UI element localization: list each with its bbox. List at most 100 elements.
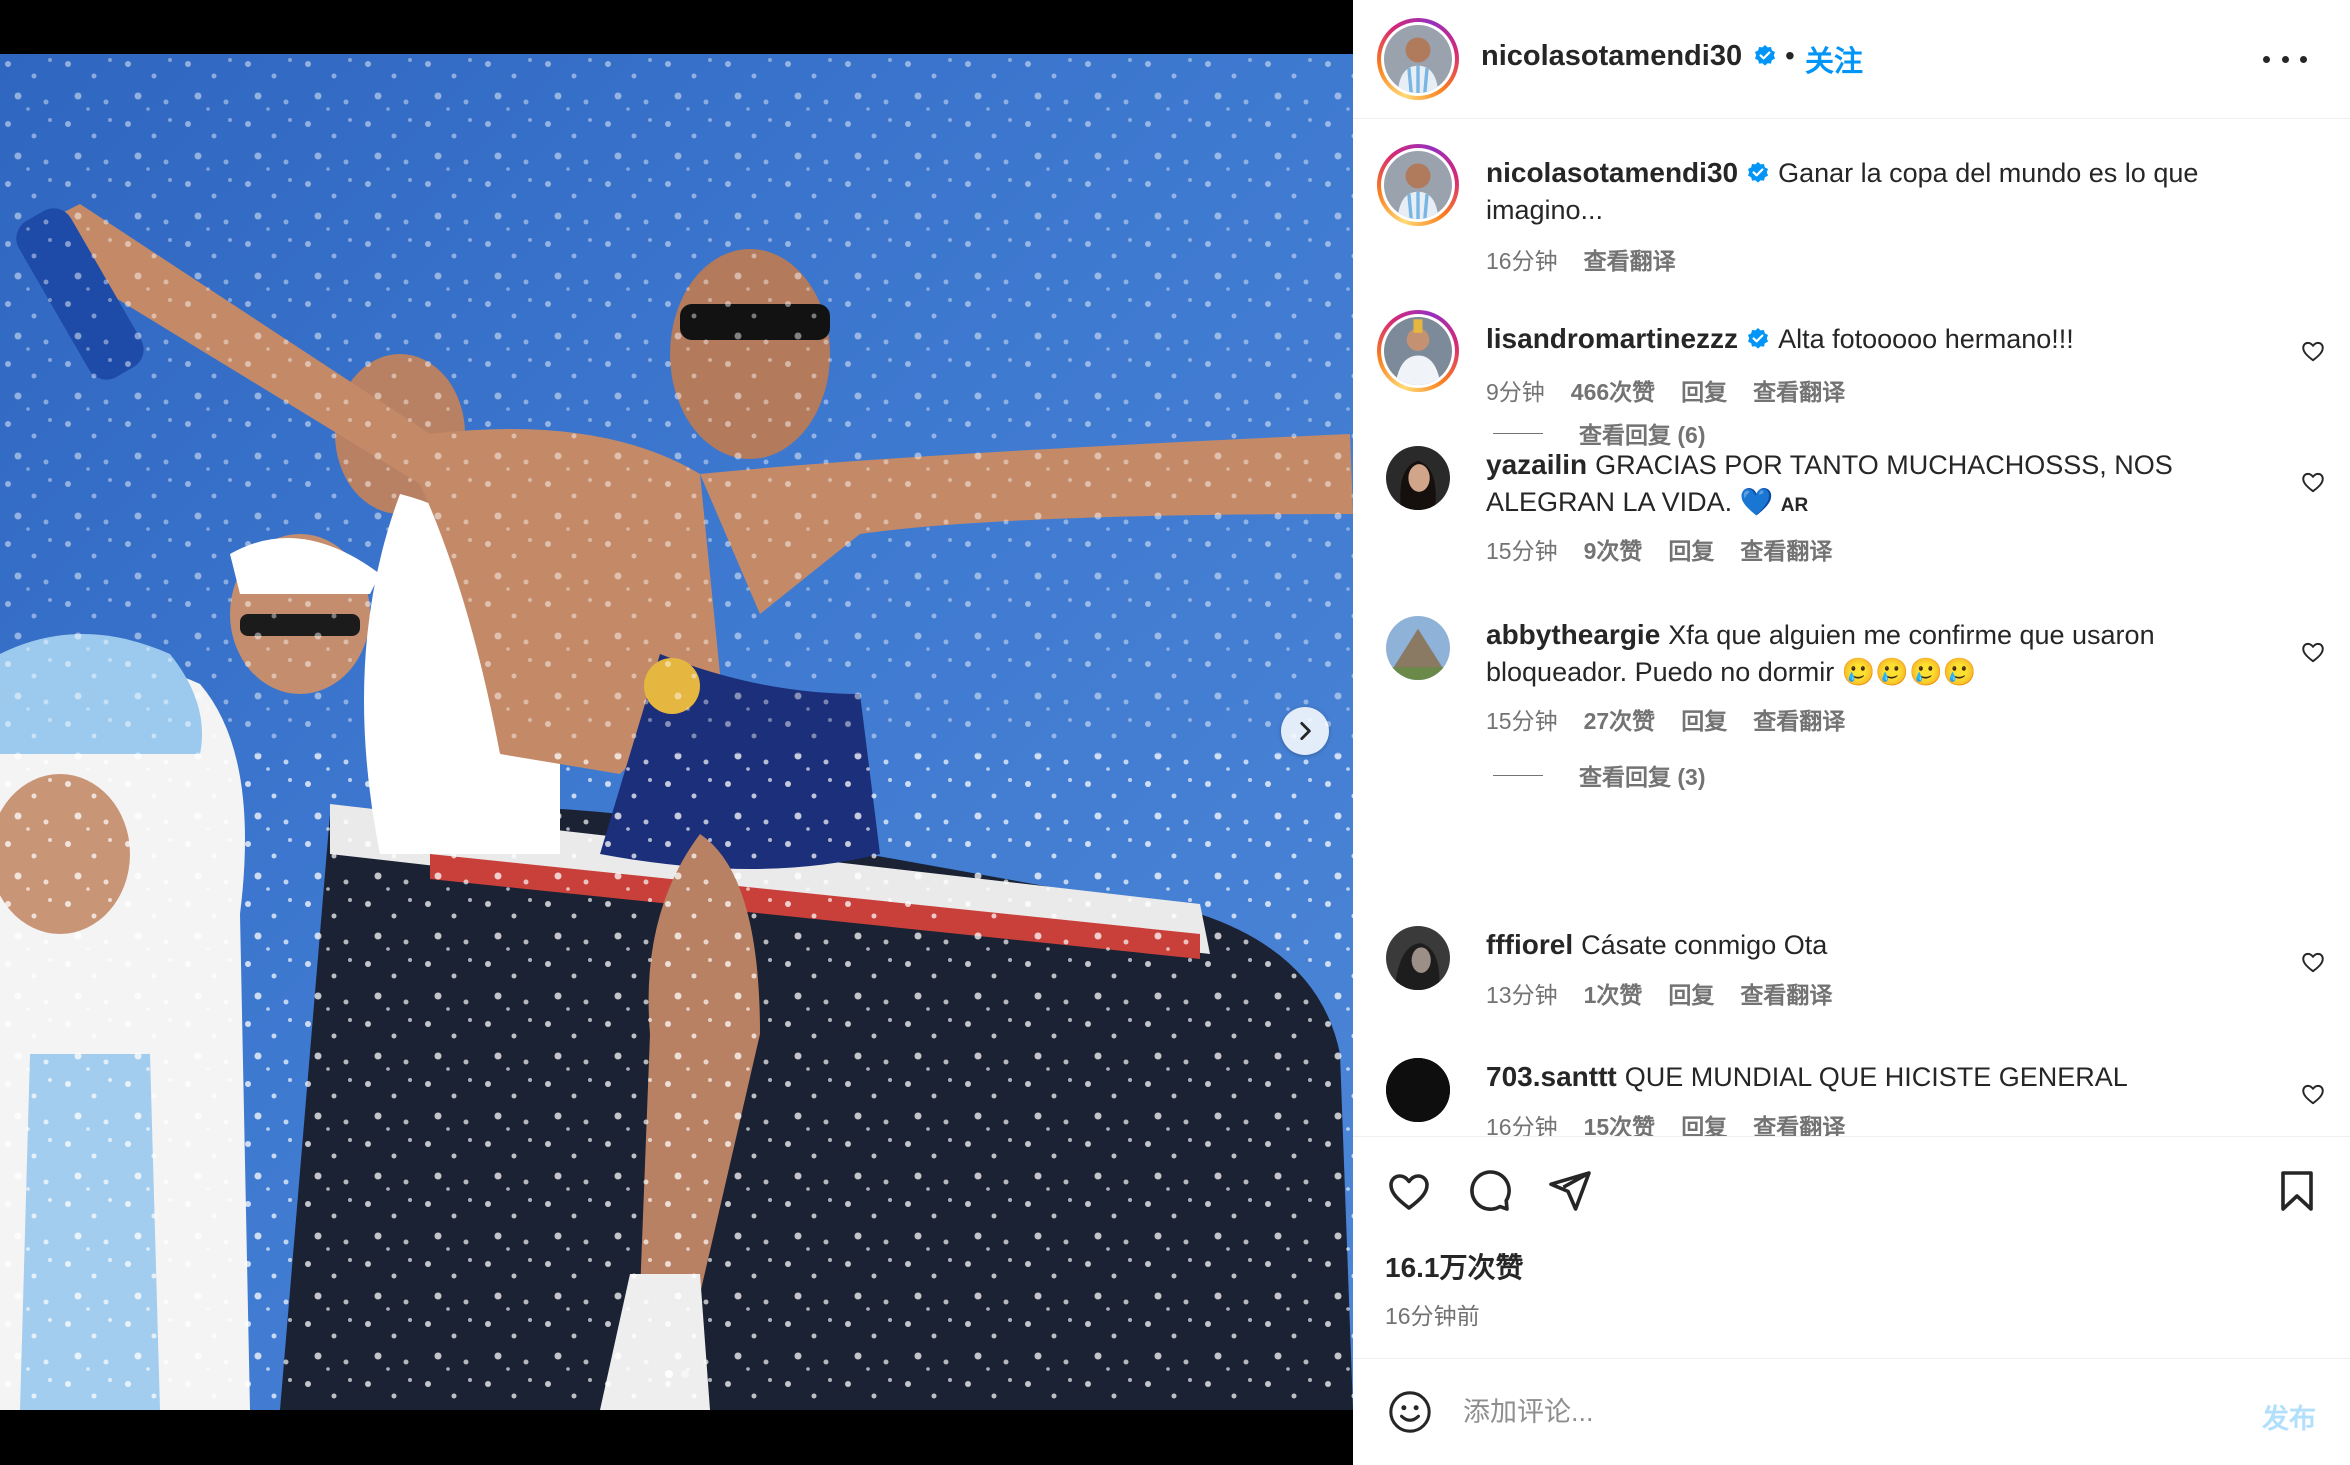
- replies-divider: [1493, 774, 1543, 776]
- comment-username[interactable]: fffiorel: [1486, 929, 1573, 960]
- comment-text: abbytheargie Xfa que alguien me confirme …: [1486, 616, 2256, 691]
- commenter-avatar-image: [1386, 446, 1450, 510]
- commenter-avatar[interactable]: [1386, 446, 1450, 510]
- comment-heart-icon[interactable]: [2300, 639, 2326, 665]
- reply-button[interactable]: 回复: [1681, 702, 1727, 736]
- follow-button[interactable]: 关注: [1805, 38, 1863, 80]
- translate-link[interactable]: 查看翻译: [1753, 1108, 1845, 1136]
- replies-divider: [1493, 432, 1543, 434]
- reply-button[interactable]: 回复: [1668, 976, 1714, 1010]
- verified-badge-icon: [1748, 162, 1769, 183]
- ellipsis-icon: [2263, 55, 2270, 63]
- post-media-pane: [0, 0, 1353, 1465]
- commenter-avatar[interactable]: [1386, 616, 1450, 680]
- caption-translate-link[interactable]: 查看翻译: [1584, 242, 1676, 276]
- commenter-avatar-image: [1386, 1058, 1450, 1122]
- comment-like-count[interactable]: 9次赞: [1584, 532, 1643, 566]
- commenter-avatar-image: [1384, 317, 1452, 385]
- flag-text: AR: [1780, 495, 1809, 516]
- comment-body: GRACIAS POR TANTO MUCHACHOSSS, NOS ALEGR…: [1486, 450, 2173, 517]
- translate-link[interactable]: 查看翻译: [1753, 373, 1845, 407]
- view-replies-button[interactable]: 查看回复 (3): [1493, 758, 1706, 792]
- paper-plane-icon[interactable]: [1545, 1167, 1593, 1215]
- comment-heart-icon[interactable]: [2300, 1081, 2326, 1107]
- comment-time: 9分钟: [1486, 379, 1545, 405]
- comment-meta: 15分钟 27次赞 回复 查看翻译: [1486, 702, 1845, 736]
- post-header: nicolasotamendi30 • 关注: [1353, 0, 2350, 119]
- author-avatar-image: [1384, 25, 1452, 93]
- chevron-right-icon: [1300, 722, 1311, 740]
- post-side-pane: nicolasotamendi30 • 关注 nicolasotamendi30…: [1353, 0, 2350, 1465]
- verified-badge-icon: [1754, 45, 1775, 66]
- header-separator: •: [1785, 40, 1795, 71]
- verified-badge-icon: [1748, 328, 1769, 349]
- caption-text: nicolasotamendi30 Ganar la copa del mundo…: [1486, 154, 2256, 229]
- view-replies-label[interactable]: 查看回复 (6): [1579, 416, 1706, 450]
- post-photo[interactable]: [0, 54, 1353, 1410]
- comment-body: Alta fotooooo hermano!!!: [1778, 324, 2074, 354]
- translate-link[interactable]: 查看翻译: [1740, 976, 1832, 1010]
- comment-time: 15分钟: [1486, 538, 1558, 564]
- commenter-avatar[interactable]: [1386, 1058, 1450, 1122]
- author-avatar-image: [1384, 151, 1452, 219]
- commenter-avatar-image: [1386, 616, 1450, 680]
- comment-heart-icon[interactable]: [2300, 338, 2326, 364]
- reply-button[interactable]: 回复: [1681, 1108, 1727, 1136]
- view-replies-label[interactable]: 查看回复 (3): [1579, 758, 1706, 792]
- comment-time: 13分钟: [1486, 982, 1558, 1008]
- comment-text: lisandromartinezzz Alta fotooooo hermano!…: [1486, 320, 2256, 358]
- comment-like-count[interactable]: 1次赞: [1584, 976, 1643, 1010]
- comment-text: yazailin GRACIAS POR TANTO MUCHACHOSSS, N…: [1486, 446, 2256, 524]
- comment-text: fffiorel Cásate conmigo Ota: [1486, 926, 2256, 964]
- bookmark-icon[interactable]: [2273, 1167, 2321, 1215]
- carousel-dot: [664, 1370, 673, 1378]
- post-comment-button[interactable]: 发布: [2262, 1397, 2316, 1436]
- comment-heart-icon[interactable]: [2300, 469, 2326, 495]
- next-photo-button[interactable]: [1281, 707, 1329, 755]
- commenter-avatar-image: [1386, 926, 1450, 990]
- comment-input[interactable]: [1463, 1389, 2163, 1435]
- comment-username[interactable]: yazailin: [1486, 449, 1587, 480]
- likes-count[interactable]: 16.1万次赞: [1385, 1246, 1524, 1286]
- post-timestamp: 16分钟前: [1385, 1303, 1480, 1329]
- author-avatar[interactable]: [1377, 18, 1459, 100]
- comment-text: 703.santtt QUE MUNDIAL QUE HICISTE GENERA…: [1486, 1058, 2256, 1096]
- caption-avatar[interactable]: [1377, 144, 1459, 226]
- comment-like-count[interactable]: 27次赞: [1584, 702, 1656, 736]
- celebration-photo-illustration: [0, 54, 1353, 1410]
- smiley-icon[interactable]: [1387, 1389, 1433, 1435]
- more-options-button[interactable]: [2263, 44, 2307, 74]
- comment-like-count[interactable]: 466次赞: [1571, 373, 1655, 407]
- comment-body: Cásate conmigo Ota: [1581, 930, 1828, 960]
- reply-button[interactable]: 回复: [1681, 373, 1727, 407]
- comments-list[interactable]: nicolasotamendi30 Ganar la copa del mundo…: [1353, 120, 2350, 1136]
- translate-link[interactable]: 查看翻译: [1753, 702, 1845, 736]
- comment-meta: 15分钟 9次赞 回复 查看翻译: [1486, 532, 1832, 566]
- comment-meta: 9分钟 466次赞 回复 查看翻译: [1486, 373, 1845, 407]
- comment-meta: 13分钟 1次赞 回复 查看翻译: [1486, 976, 1832, 1010]
- blue-heart-emoji: 💙: [1739, 487, 1774, 517]
- caption-meta: 16分钟 查看翻译: [1486, 242, 1676, 276]
- reply-button[interactable]: 回复: [1668, 532, 1714, 566]
- view-replies-button[interactable]: 查看回复 (6): [1493, 416, 1706, 450]
- comment-meta: 16分钟 15次赞 回复 查看翻译: [1486, 1108, 1845, 1136]
- commenter-avatar[interactable]: [1386, 926, 1450, 990]
- heart-icon[interactable]: [1385, 1167, 1433, 1215]
- caption-username[interactable]: nicolasotamendi30: [1486, 157, 1738, 188]
- caption-time: 16分钟: [1486, 248, 1558, 274]
- comment-heart-icon[interactable]: [2300, 949, 2326, 975]
- header-author-name[interactable]: nicolasotamendi30: [1481, 40, 1777, 73]
- translate-link[interactable]: 查看翻译: [1740, 532, 1832, 566]
- carousel-dot: [680, 1370, 689, 1378]
- commenter-avatar[interactable]: [1377, 310, 1459, 392]
- comment-body: QUE MUNDIAL QUE HICISTE GENERAL: [1624, 1062, 2128, 1092]
- comment-username[interactable]: 703.santtt: [1486, 1061, 1617, 1092]
- comment-like-count[interactable]: 15次赞: [1584, 1108, 1656, 1136]
- comment-username[interactable]: lisandromartinezzz: [1486, 323, 1738, 354]
- carousel-indicator: [0, 1370, 1353, 1378]
- comment-composer: 发布: [1353, 1358, 2350, 1465]
- comment-time: 16分钟: [1486, 1114, 1558, 1136]
- comment-icon[interactable]: [1465, 1167, 1513, 1215]
- comment-username[interactable]: abbytheargie: [1486, 619, 1660, 650]
- author-username[interactable]: nicolasotamendi30: [1481, 40, 1742, 72]
